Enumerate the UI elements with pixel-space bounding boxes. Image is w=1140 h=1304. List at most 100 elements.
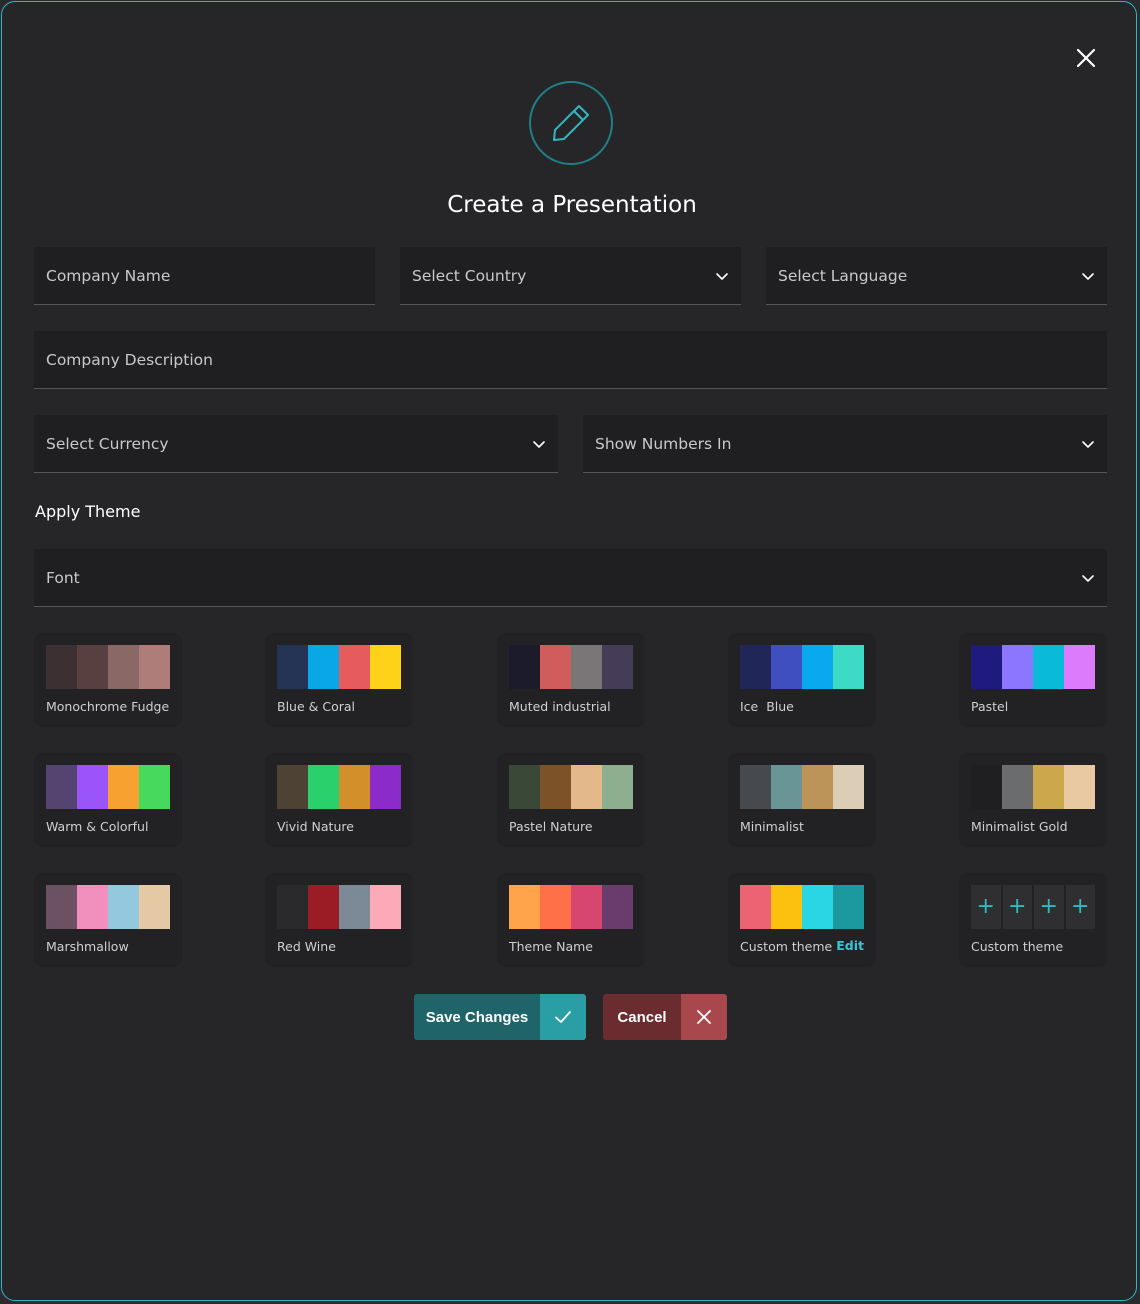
swatch [108,645,139,689]
theme-card-vivid-nature[interactable]: Vivid Nature [265,753,413,847]
numbers-format-placeholder: Show Numbers In [595,434,732,453]
swatch [46,645,77,689]
swatch [46,765,77,809]
theme-card-minimalist[interactable]: Minimalist [728,753,876,847]
swatch [108,765,139,809]
check-icon [540,994,586,1040]
currency-placeholder: Select Currency [46,434,169,453]
theme-card-marshmallow[interactable]: Marshmallow [34,873,182,967]
theme-card-pastel[interactable]: Pastel [959,633,1107,727]
theme-name: Theme Name [509,939,593,954]
save-changes-button[interactable]: Save Changes [414,994,586,1040]
chevron-down-icon [532,437,546,451]
swatch [602,885,633,929]
language-select[interactable]: Select Language [766,247,1107,305]
swatch [509,645,540,689]
swatch [571,765,602,809]
swatch [1064,765,1095,809]
theme-card-ice-blue[interactable]: Ice Blue [728,633,876,727]
theme-swatches [509,885,633,929]
swatch [833,765,864,809]
theme-name: Monochrome Fudge [46,699,170,714]
swatch [740,645,771,689]
chevron-down-icon [1081,437,1095,451]
theme-swatches [740,645,864,689]
swatch [540,765,571,809]
swatch [46,885,77,929]
theme-swatches [740,765,864,809]
swatch [740,885,771,929]
plus-icon[interactable]: + [1034,885,1064,929]
theme-card-warm-colorful[interactable]: Warm & Colorful [34,753,182,847]
apply-theme-heading: Apply Theme [35,502,141,521]
swatch [802,885,833,929]
theme-name: Minimalist Gold [971,819,1068,834]
theme-name: Pastel [971,699,1009,714]
plus-icon[interactable]: + [1002,885,1032,929]
create-presentation-modal: Create a Presentation Company Name Selec… [1,1,1137,1301]
plus-icon[interactable]: + [971,885,1001,929]
swatch [971,765,1002,809]
theme-card-pastel-nature[interactable]: Pastel Nature [497,753,645,847]
swatch [833,885,864,929]
theme-swatches [971,645,1095,689]
presentation-hero-badge [529,81,613,165]
theme-card-custom-theme[interactable]: Custom theme Edit [728,873,876,967]
swatch [77,765,108,809]
theme-placeholder-swatches: + + + + [971,885,1095,929]
swatch [339,885,370,929]
swatch [339,645,370,689]
theme-card-monochrome-fudge[interactable]: Monochrome Fudge [34,633,182,727]
modal-title: Create a Presentation [447,192,697,218]
company-description-placeholder: Company Description [46,350,213,369]
font-placeholder: Font [46,568,80,587]
theme-swatches [277,645,401,689]
cancel-button[interactable]: Cancel [603,994,727,1040]
swatch [771,645,802,689]
font-select[interactable]: Font [34,549,1107,607]
save-changes-label: Save Changes [414,994,540,1040]
theme-card-red-wine[interactable]: Red Wine [265,873,413,967]
chevron-down-icon [1081,571,1095,585]
swatch [308,765,339,809]
swatch [802,765,833,809]
country-select[interactable]: Select Country [400,247,741,305]
swatch [277,885,308,929]
theme-swatches [46,645,170,689]
swatch [1002,645,1033,689]
plus-icon[interactable]: + [1065,885,1095,929]
swatch [833,645,864,689]
swatch [771,885,802,929]
swatch [1002,765,1033,809]
theme-card-minimalist-gold[interactable]: Minimalist Gold [959,753,1107,847]
company-description-field[interactable]: Company Description [34,331,1107,389]
currency-select[interactable]: Select Currency [34,415,558,473]
edit-theme-link[interactable]: Edit [836,938,864,953]
swatch [308,885,339,929]
theme-swatches [277,765,401,809]
theme-swatches [46,765,170,809]
swatch [740,765,771,809]
chevron-down-icon [1081,269,1095,283]
x-icon [681,994,727,1040]
swatch [370,885,401,929]
theme-name: Minimalist [740,819,804,834]
swatch [139,885,170,929]
swatch [540,645,571,689]
language-placeholder: Select Language [778,266,908,285]
theme-card-add-custom-theme[interactable]: + + + + Custom theme [959,873,1107,967]
swatch [509,885,540,929]
theme-name: Custom theme [740,939,833,954]
theme-card-muted-industrial[interactable]: Muted industrial [497,633,645,727]
swatch [139,765,170,809]
company-name-field[interactable]: Company Name [34,247,375,305]
theme-name: Pastel Nature [509,819,593,834]
theme-card-theme-name[interactable]: Theme Name [497,873,645,967]
theme-swatches [277,885,401,929]
theme-swatches [509,765,633,809]
numbers-format-select[interactable]: Show Numbers In [583,415,1107,473]
close-button[interactable] [1075,47,1097,69]
theme-card-blue-coral[interactable]: Blue & Coral [265,633,413,727]
close-icon [1076,48,1096,68]
country-placeholder: Select Country [412,266,527,285]
